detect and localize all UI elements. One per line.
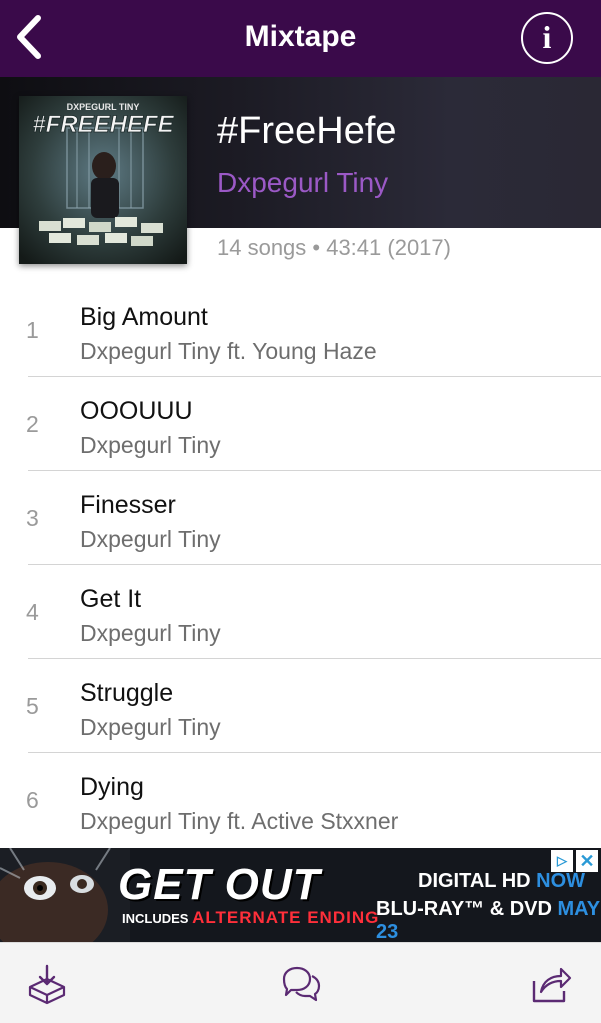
track-artist: Dxpegurl Tiny bbox=[80, 432, 221, 458]
track-row[interactable]: 5 Struggle Dxpegurl Tiny bbox=[0, 659, 601, 753]
track-title: Finesser bbox=[80, 491, 176, 519]
ad-subline: INCLUDES ALTERNATE ENDING bbox=[122, 908, 379, 928]
ad-sub-prefix: INCLUDES bbox=[122, 911, 189, 926]
album-cover-art: DXPEGURL TINY #FREEHEFE bbox=[19, 96, 187, 264]
track-row[interactable]: 3 Finesser Dxpegurl Tiny bbox=[0, 471, 601, 565]
ad-headline: GET OUT bbox=[118, 860, 321, 909]
track-artist: Dxpegurl Tiny bbox=[80, 526, 221, 552]
info-button[interactable]: i bbox=[521, 12, 573, 64]
track-title: Get It bbox=[80, 585, 142, 613]
download-button[interactable] bbox=[26, 963, 68, 1005]
nav-bar: Mixtape i bbox=[0, 0, 601, 77]
track-title: Big Amount bbox=[80, 303, 208, 331]
share-icon bbox=[532, 967, 572, 1003]
track-title: OOOUUU bbox=[80, 397, 193, 425]
track-artist: Dxpegurl Tiny bbox=[80, 620, 221, 646]
ad-line-1-text: DIGITAL HD bbox=[418, 870, 531, 892]
ad-line-2: BLU-RAY™ & DVD MAY 23 bbox=[376, 898, 601, 942]
ad-banner[interactable]: GET OUT INCLUDES ALTERNATE ENDING DIGITA… bbox=[0, 848, 601, 942]
ad-face-image bbox=[0, 848, 130, 942]
share-button[interactable] bbox=[530, 963, 572, 1005]
comments-button[interactable] bbox=[280, 963, 322, 1005]
album-artist-link[interactable]: Dxpegurl Tiny bbox=[217, 167, 388, 199]
track-number: 1 bbox=[26, 317, 39, 343]
ad-sub-accent: ALTERNATE ENDING bbox=[192, 908, 380, 927]
ad-line-2-text: BLU-RAY™ & DVD bbox=[376, 898, 552, 920]
cover-title-text: #FREEHEFE bbox=[32, 111, 174, 138]
track-title: Dying bbox=[80, 773, 144, 801]
album-title: #FreeHefe bbox=[217, 110, 397, 152]
page-title: Mixtape bbox=[244, 20, 357, 53]
track-artist: Dxpegurl Tiny ft. Young Haze bbox=[80, 338, 377, 364]
ad-close-icon[interactable]: ✕ bbox=[576, 850, 598, 872]
track-artist: Dxpegurl Tiny bbox=[80, 714, 221, 740]
track-number: 2 bbox=[26, 411, 39, 437]
track-row[interactable]: 4 Get It Dxpegurl Tiny bbox=[0, 565, 601, 659]
album-meta: 14 songs • 43:41 (2017) bbox=[217, 235, 451, 260]
back-button[interactable] bbox=[10, 12, 50, 62]
bottom-toolbar bbox=[0, 942, 601, 1023]
track-title: Struggle bbox=[80, 679, 174, 707]
track-row[interactable]: 2 OOOUUU Dxpegurl Tiny bbox=[0, 377, 601, 471]
track-list: 1 Big Amount Dxpegurl Tiny ft. Young Haz… bbox=[0, 283, 601, 847]
track-row[interactable]: 1 Big Amount Dxpegurl Tiny ft. Young Haz… bbox=[0, 283, 601, 377]
chevron-left-icon bbox=[17, 15, 41, 59]
track-artist: Dxpegurl Tiny ft. Active Stxxner bbox=[80, 808, 399, 834]
track-number: 6 bbox=[26, 787, 39, 813]
ad-line-1: DIGITAL HD NOW bbox=[418, 870, 585, 893]
track-number: 5 bbox=[26, 693, 39, 719]
track-number: 3 bbox=[26, 505, 39, 531]
ad-choices-icon[interactable]: ▷ bbox=[551, 850, 573, 872]
album-cover[interactable]: DXPEGURL TINY #FREEHEFE bbox=[19, 96, 187, 264]
comments-icon bbox=[282, 966, 321, 1002]
track-number: 4 bbox=[26, 599, 39, 625]
ad-line-1-highlight: NOW bbox=[536, 870, 586, 892]
download-icon bbox=[28, 964, 66, 1005]
info-icon: i bbox=[542, 19, 552, 55]
track-row[interactable]: 6 Dying Dxpegurl Tiny ft. Active Stxxner bbox=[0, 753, 601, 847]
